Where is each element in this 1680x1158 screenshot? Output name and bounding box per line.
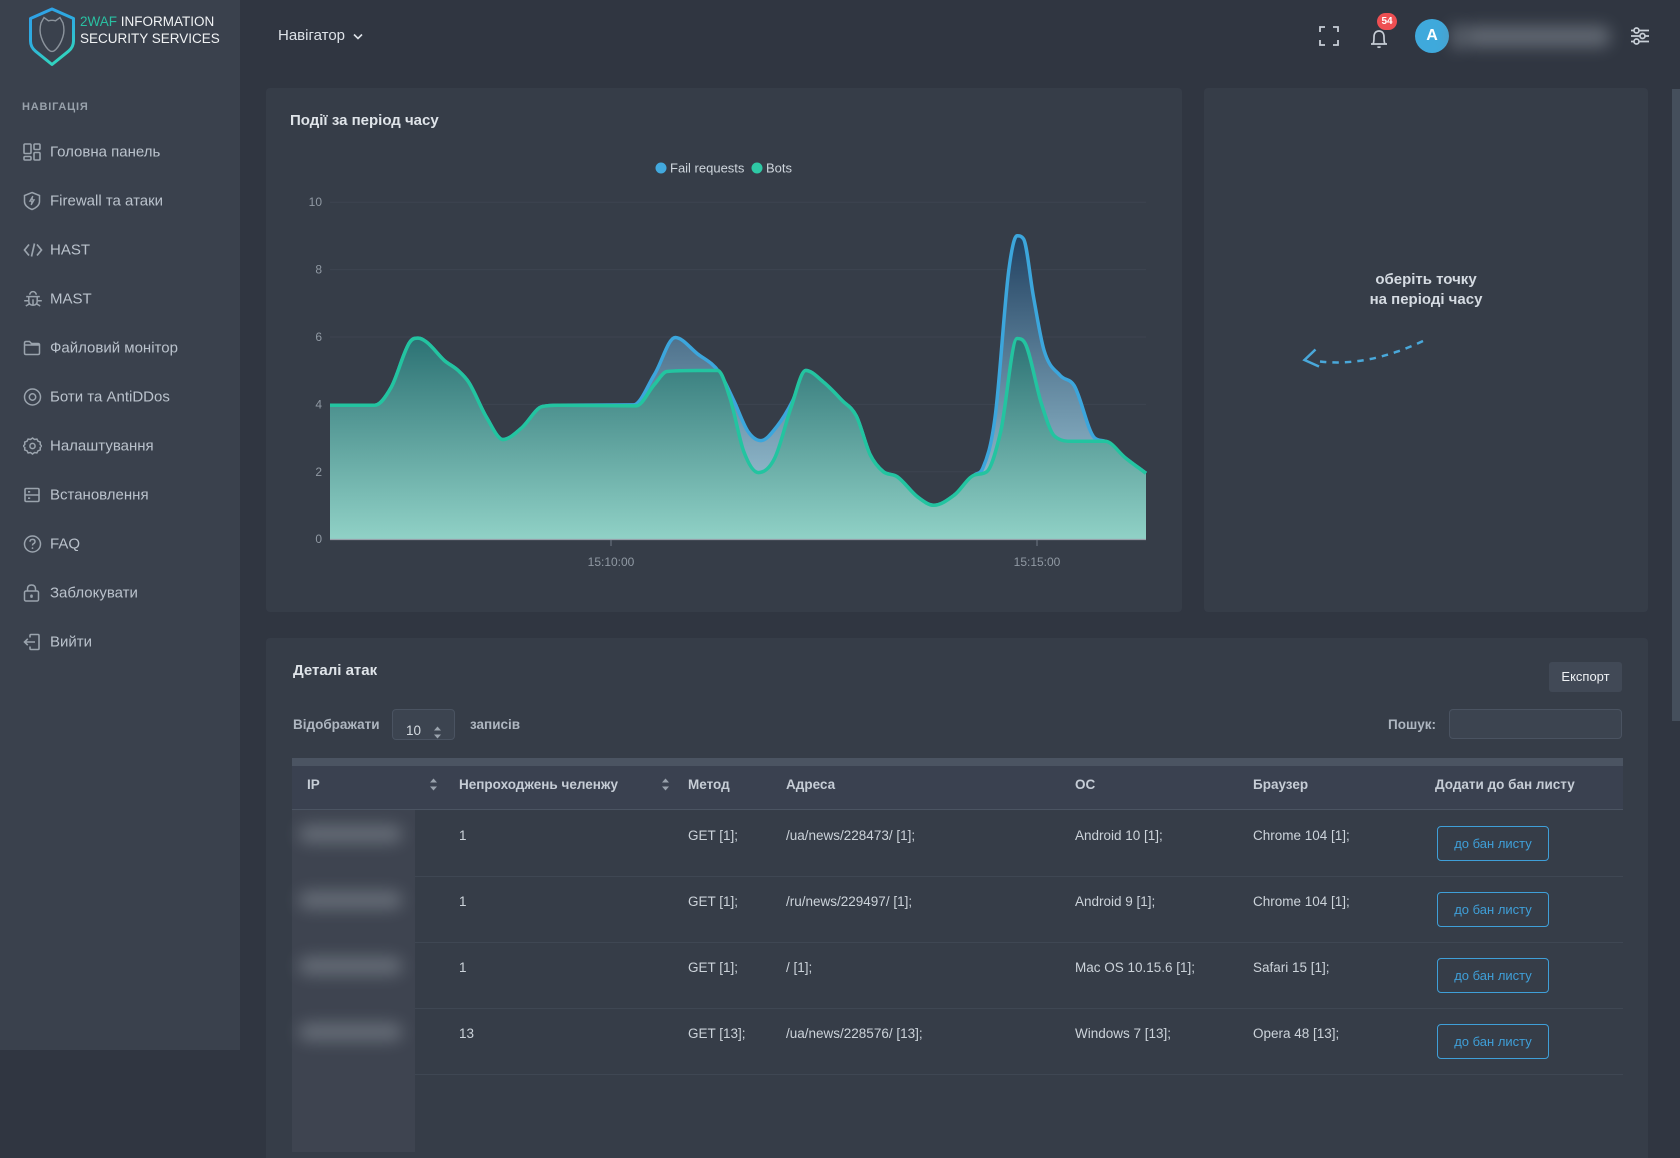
svg-text:6: 6 bbox=[315, 330, 322, 344]
svg-text:Bots: Bots bbox=[766, 161, 793, 176]
svg-text:2: 2 bbox=[315, 465, 322, 479]
svg-text:Fail requests: Fail requests bbox=[670, 161, 745, 176]
svg-text:15:10:00: 15:10:00 bbox=[588, 555, 635, 569]
svg-text:15:15:00: 15:15:00 bbox=[1014, 555, 1061, 569]
svg-text:8: 8 bbox=[315, 263, 322, 277]
svg-text:10: 10 bbox=[309, 195, 323, 209]
svg-text:0: 0 bbox=[315, 532, 322, 546]
svg-text:4: 4 bbox=[315, 397, 322, 411]
